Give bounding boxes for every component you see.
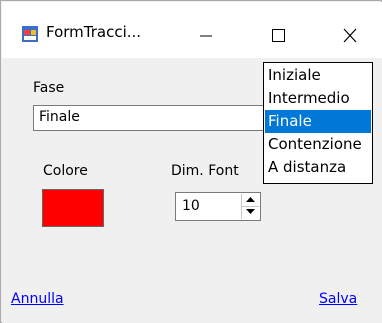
maximize-icon — [272, 29, 285, 42]
dropdown-option-intermedio[interactable]: Intermedio — [265, 87, 371, 110]
chevron-down-icon — [246, 209, 255, 214]
color-picker-button[interactable] — [42, 189, 104, 227]
title-bar[interactable]: FormTracci... — [2, 2, 382, 58]
fase-combobox[interactable]: Finale — [33, 105, 283, 131]
close-button[interactable] — [326, 14, 374, 54]
font-size-stepper[interactable]: 10 — [175, 192, 261, 221]
minimize-icon — [200, 35, 212, 37]
window-title: FormTracci... — [46, 23, 142, 41]
form-window: FormTracci... Fase Finale Colore Dim. Fo… — [0, 0, 382, 323]
minimize-button[interactable] — [182, 14, 230, 54]
fase-dropdown-list[interactable]: Iniziale Intermedio Finale Contenzione A… — [263, 62, 373, 184]
fase-label: Fase — [33, 80, 65, 96]
app-form-icon — [22, 26, 38, 42]
maximize-button[interactable] — [254, 14, 302, 54]
chevron-up-icon — [246, 197, 255, 202]
cancel-link[interactable]: Annulla — [11, 291, 64, 307]
dropdown-option-iniziale[interactable]: Iniziale — [265, 64, 371, 87]
dropdown-option-finale[interactable]: Finale — [265, 110, 371, 133]
dropdown-option-a-distanza[interactable]: A distanza — [265, 156, 371, 179]
font-size-label: Dim. Font — [171, 163, 239, 179]
save-link[interactable]: Salva — [319, 291, 357, 307]
stepper-buttons — [241, 194, 259, 219]
close-icon — [343, 28, 357, 43]
decrement-button[interactable] — [242, 206, 259, 218]
colore-label: Colore — [43, 163, 88, 179]
dropdown-option-contenzione[interactable]: Contenzione — [265, 133, 371, 156]
font-size-value[interactable]: 10 — [182, 198, 200, 214]
